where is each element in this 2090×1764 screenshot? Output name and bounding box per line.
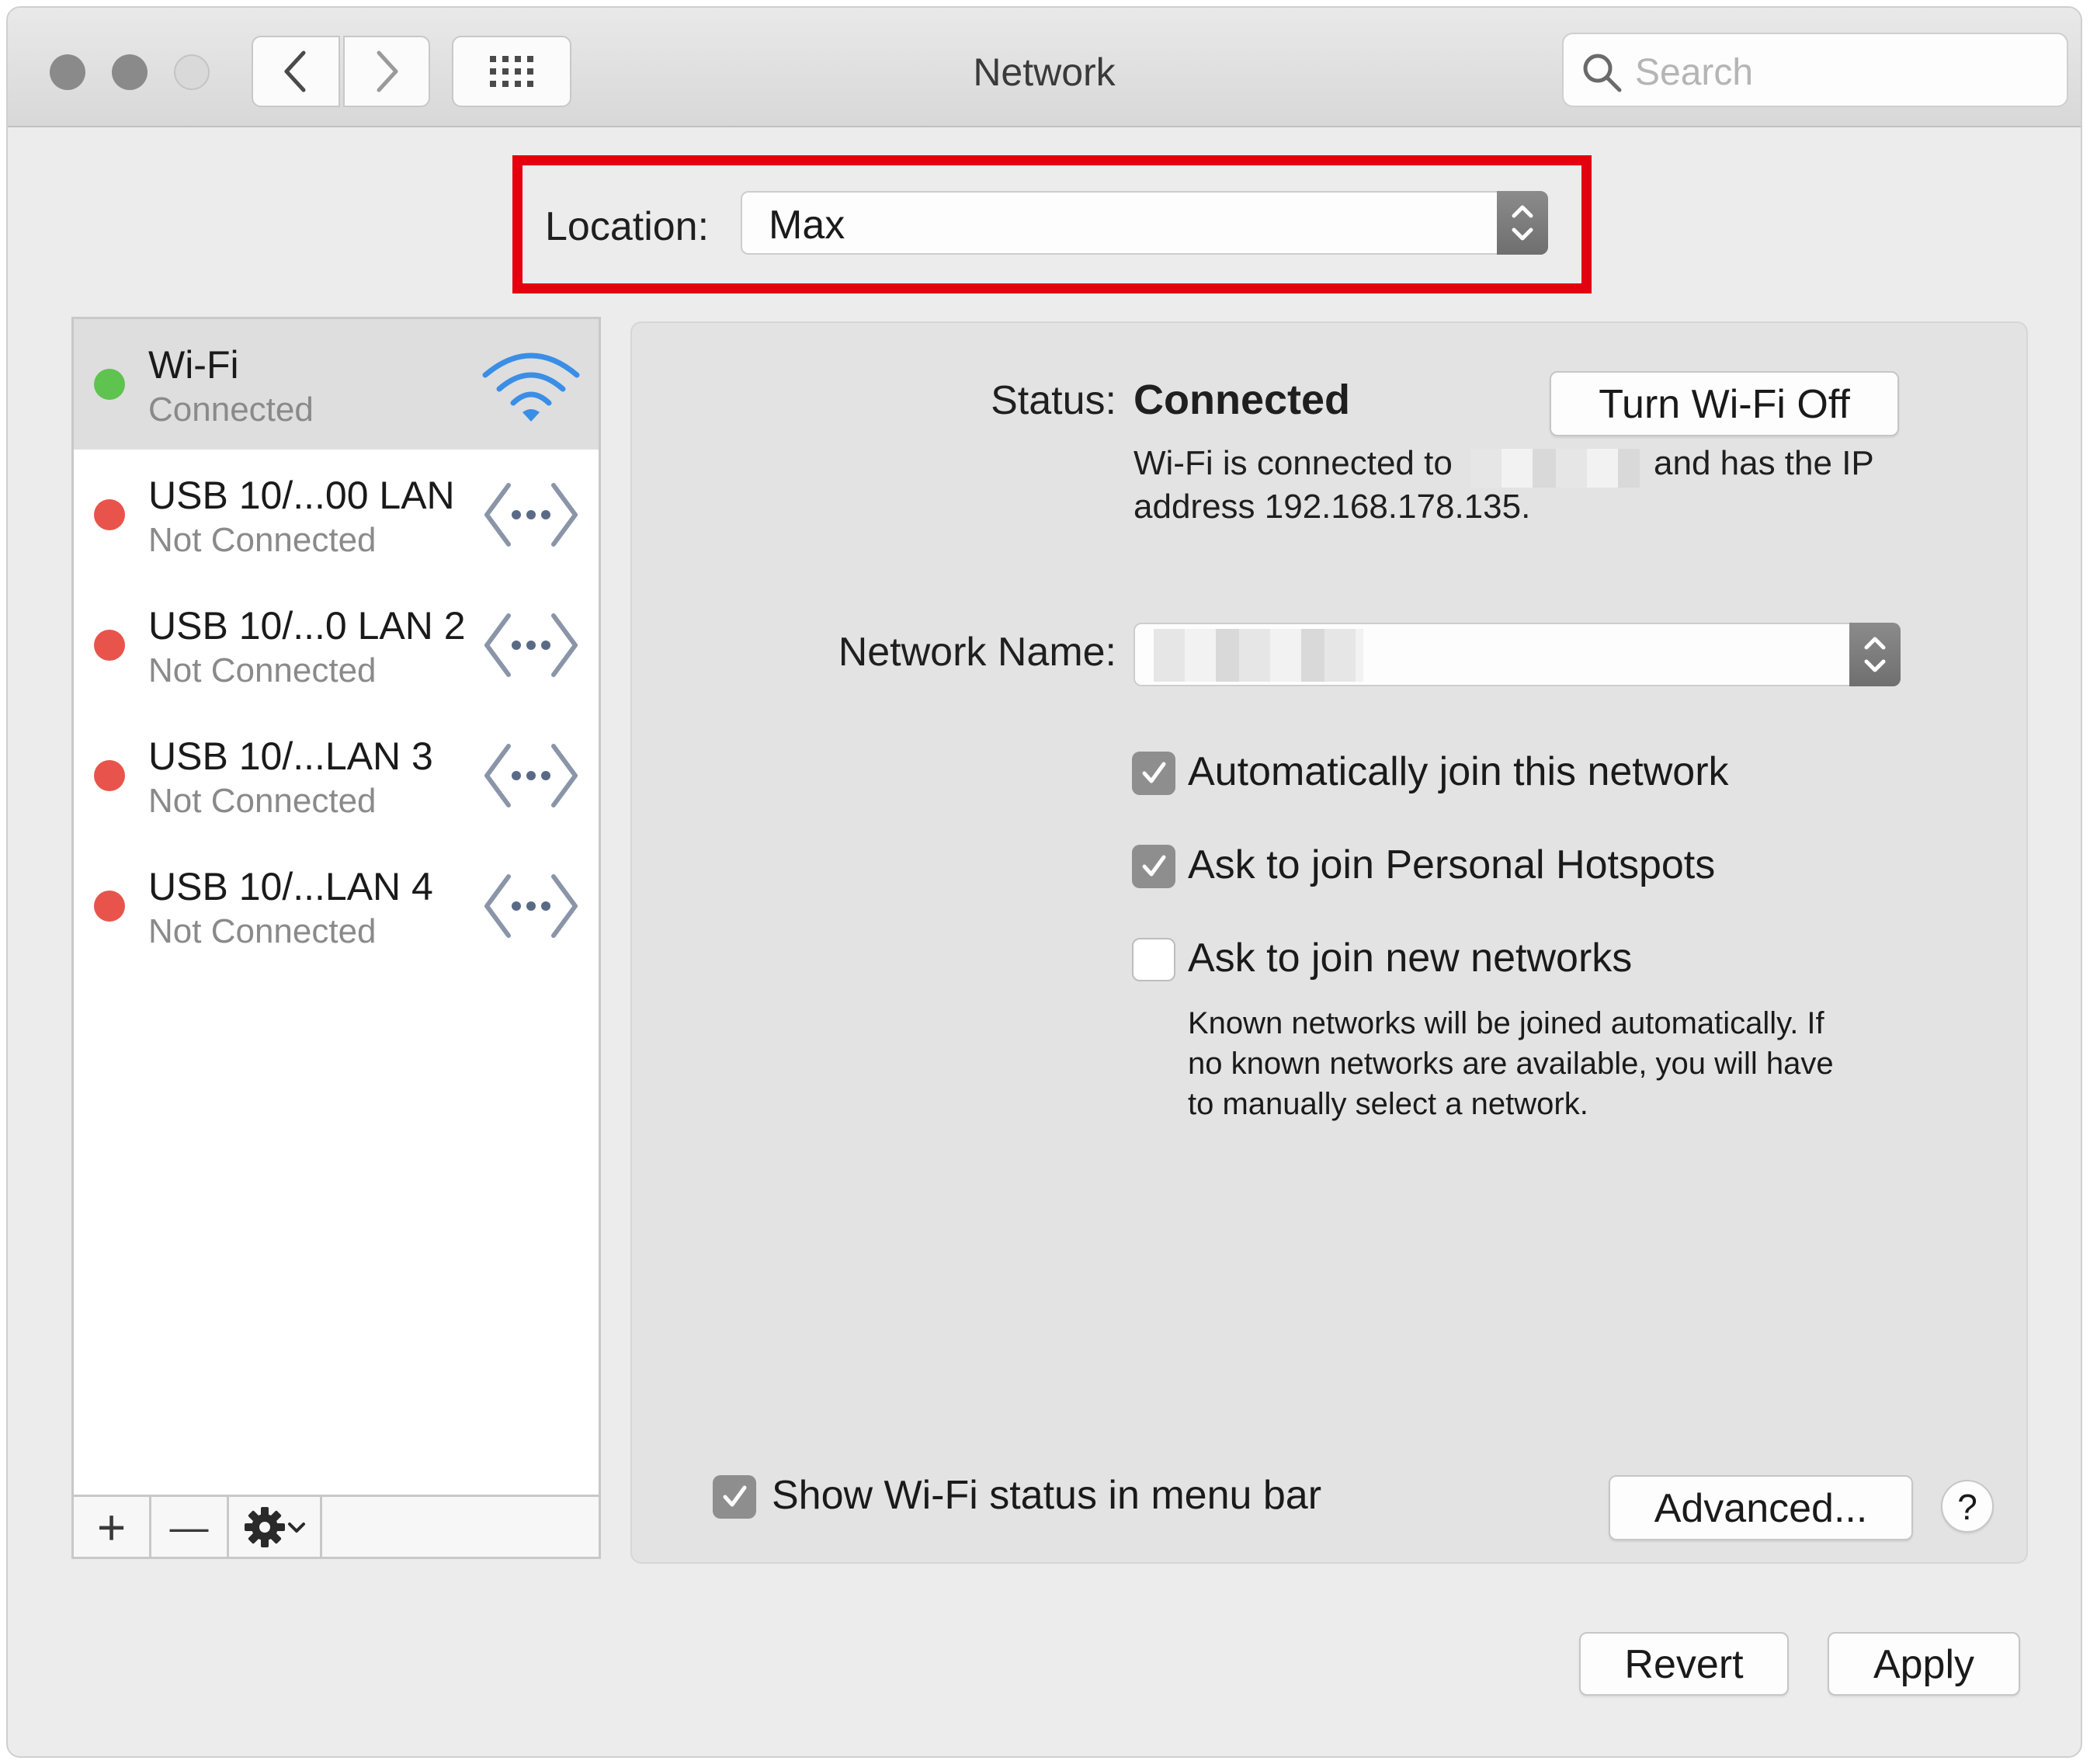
help-text: Known networks will be joined automatica… [1188, 1003, 1834, 1124]
search-field[interactable]: Search [1562, 33, 2068, 107]
service-status: Not Connected [148, 651, 377, 689]
help-text-line: to manually select a network. [1188, 1087, 1588, 1121]
service-name: Wi-Fi [148, 343, 239, 387]
service-name: USB 10/...LAN 3 [148, 734, 433, 778]
minus-icon: — [169, 1505, 209, 1549]
auto-join-label[interactable]: Automatically join this network [1188, 748, 1729, 795]
title-bar: Network Search [8, 8, 2081, 127]
status-dot-disconnected [94, 630, 125, 661]
help-text-line: Known networks will be joined automatica… [1188, 1006, 1824, 1040]
show-wifi-status-label[interactable]: Show Wi-Fi status in menu bar [772, 1472, 1321, 1519]
ethernet-icon [484, 874, 578, 938]
wifi-description-line1: Wi-Fi is connected to [1134, 444, 1453, 483]
service-item-usb-lan[interactable]: USB 10/...00 LAN Not Connected [74, 450, 599, 580]
wifi-icon [482, 352, 580, 422]
ethernet-icon [484, 483, 578, 547]
ask-new-networks-checkbox[interactable] [1132, 938, 1175, 981]
updown-chevron-icon [1512, 205, 1533, 241]
wifi-description-line2: address 192.168.178.135. [1134, 488, 1531, 526]
wifi-description-line1-end: and has the IP [1654, 444, 1874, 482]
service-status: Not Connected [148, 912, 377, 950]
checkmark-icon [723, 1485, 747, 1507]
description-text: Wi-Fi is connected to [1134, 444, 1453, 482]
personal-hotspots-label[interactable]: Ask to join Personal Hotspots [1188, 842, 1715, 888]
help-text-line: no known networks are available, you wil… [1188, 1047, 1834, 1081]
show-wifi-status-checkbox[interactable] [713, 1475, 756, 1519]
network-name-label: Network Name: [838, 630, 1116, 675]
service-item-usb-lan-3[interactable]: USB 10/...LAN 3 Not Connected [74, 710, 599, 841]
turn-wifi-off-button[interactable]: Turn Wi-Fi Off [1550, 371, 1899, 436]
plus-icon: + [96, 1498, 127, 1555]
checkmark-icon [1142, 762, 1166, 783]
service-name: USB 10/...00 LAN [148, 474, 455, 517]
location-stepper[interactable] [1497, 191, 1548, 255]
personal-hotspots-checkbox[interactable] [1132, 845, 1175, 888]
updown-chevron-icon [1864, 637, 1886, 672]
service-list: Wi-Fi Connected USB 10/...00 LAN Not Con… [71, 317, 601, 1559]
service-actions-menu-button[interactable] [229, 1497, 322, 1557]
remove-service-button[interactable]: — [151, 1497, 229, 1557]
status-value: Connected [1134, 377, 1351, 423]
ethernet-icon [484, 744, 578, 807]
location-select[interactable]: Max [741, 191, 1548, 255]
status-dot-disconnected [94, 891, 125, 922]
network-name-stepper[interactable] [1849, 623, 1901, 686]
redacted-network-value [1154, 629, 1363, 682]
status-label: Status: [991, 378, 1116, 423]
add-service-button[interactable]: + [74, 1497, 151, 1557]
service-name: USB 10/...0 LAN 2 [148, 604, 466, 648]
search-icon [1583, 54, 1622, 92]
service-name: USB 10/...LAN 4 [148, 865, 433, 908]
ethernet-icon [484, 613, 578, 677]
revert-button[interactable]: Revert [1579, 1632, 1789, 1696]
redacted-network-name [1470, 449, 1640, 488]
chevron-down-icon [287, 1522, 305, 1533]
advanced-button[interactable]: Advanced... [1609, 1475, 1913, 1540]
help-button[interactable]: ? [1941, 1480, 1994, 1533]
auto-join-checkbox[interactable] [1132, 752, 1175, 795]
service-item-usb-lan-2[interactable]: USB 10/...0 LAN 2 Not Connected [74, 580, 599, 710]
network-preferences-window: Network Search Location: Max Wi-Fi Conne… [6, 6, 2082, 1758]
status-dot-disconnected [94, 499, 125, 530]
service-status: Not Connected [148, 782, 377, 820]
service-item-usb-lan-4[interactable]: USB 10/...LAN 4 Not Connected [74, 841, 599, 971]
network-name-select[interactable] [1134, 623, 1901, 686]
checkmark-icon [1142, 855, 1166, 877]
location-value: Max [769, 203, 845, 248]
service-status: Not Connected [148, 521, 377, 559]
status-dot-connected [94, 369, 125, 400]
status-dot-disconnected [94, 760, 125, 791]
location-label: Location: [545, 204, 710, 249]
gear-icon [244, 1506, 285, 1547]
service-item-wifi[interactable]: Wi-Fi Connected [74, 319, 599, 450]
ask-new-networks-label[interactable]: Ask to join new networks [1188, 935, 1632, 981]
search-placeholder: Search [1635, 52, 1754, 93]
service-status: Connected [148, 391, 314, 429]
service-list-toolbar: + — [74, 1495, 599, 1557]
detail-panel: Status: Connected Turn Wi-Fi Off Wi-Fi i… [630, 321, 2028, 1564]
apply-button[interactable]: Apply [1828, 1632, 2020, 1696]
